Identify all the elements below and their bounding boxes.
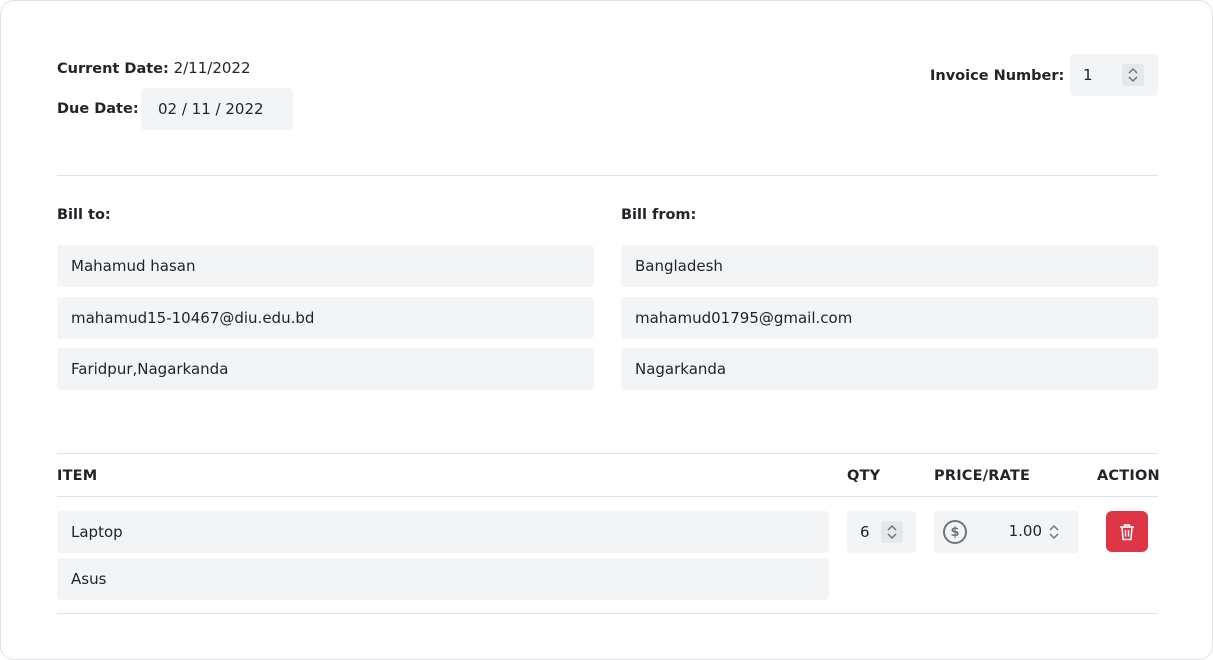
table-header-border bbox=[57, 496, 1158, 497]
bill-to-name: Mahamud hasan bbox=[71, 257, 196, 275]
due-date-label: Due Date: bbox=[57, 101, 139, 117]
table-top-border bbox=[57, 453, 1158, 454]
item-description-field[interactable]: Asus bbox=[57, 558, 829, 600]
item-name-field[interactable]: Laptop bbox=[57, 511, 829, 553]
column-header-item: ITEM bbox=[57, 468, 98, 484]
up-down-chevron-icon[interactable] bbox=[1043, 521, 1065, 543]
bill-from-name: Bangladesh bbox=[635, 257, 723, 275]
bill-from-address-field[interactable]: Nagarkanda bbox=[621, 348, 1158, 390]
current-date: Current Date: 2/11/2022 bbox=[57, 59, 251, 77]
dollar-circle-icon: $ bbox=[943, 520, 967, 544]
bill-to-address-field[interactable]: Faridpur,Nagarkanda bbox=[57, 348, 594, 390]
quantity-stepper[interactable]: 6 bbox=[847, 511, 916, 553]
bill-from-address: Nagarkanda bbox=[635, 360, 727, 378]
bill-to-email-field[interactable]: mahamud15-10467@diu.edu.bd bbox=[57, 297, 594, 339]
item-description: Asus bbox=[71, 570, 107, 588]
column-header-qty: QTY bbox=[847, 468, 881, 484]
current-date-value: 2/11/2022 bbox=[173, 59, 251, 77]
column-header-price: PRICE/RATE bbox=[934, 468, 1031, 484]
bill-to-name-field[interactable]: Mahamud hasan bbox=[57, 245, 594, 287]
table-bottom-border bbox=[57, 613, 1158, 614]
bill-from-email: mahamud01795@gmail.com bbox=[635, 309, 853, 327]
item-name: Laptop bbox=[71, 523, 123, 541]
bill-from-label: Bill from: bbox=[621, 207, 697, 223]
due-date-value: 02 / 11 / 2022 bbox=[158, 100, 264, 118]
up-down-chevron-icon[interactable] bbox=[1122, 64, 1144, 86]
due-date-input[interactable]: 02 / 11 / 2022 bbox=[141, 88, 293, 130]
invoice-number-label: Invoice Number: bbox=[930, 68, 1065, 84]
price-input[interactable]: $ 1.00 bbox=[934, 511, 1079, 553]
price-value: 1.00 bbox=[1008, 522, 1042, 540]
bill-to-label: Bill to: bbox=[57, 207, 111, 223]
delete-item-button[interactable] bbox=[1106, 511, 1148, 552]
divider bbox=[57, 175, 1158, 176]
up-down-chevron-icon[interactable] bbox=[881, 521, 903, 543]
bill-to-email: mahamud15-10467@diu.edu.bd bbox=[71, 309, 315, 327]
bill-from-name-field[interactable]: Bangladesh bbox=[621, 245, 1158, 287]
trash-icon bbox=[1120, 523, 1134, 540]
invoice-card: Current Date: 2/11/2022 Due Date: 02 / 1… bbox=[0, 0, 1213, 660]
bill-from-email-field[interactable]: mahamud01795@gmail.com bbox=[621, 297, 1158, 339]
column-header-action: ACTION bbox=[1097, 468, 1160, 484]
invoice-number-value: 1 bbox=[1083, 66, 1093, 84]
invoice-number-input[interactable]: 1 bbox=[1070, 54, 1158, 96]
current-date-label: Current Date: bbox=[57, 61, 169, 77]
quantity-value: 6 bbox=[860, 523, 870, 541]
bill-to-address: Faridpur,Nagarkanda bbox=[71, 360, 229, 378]
